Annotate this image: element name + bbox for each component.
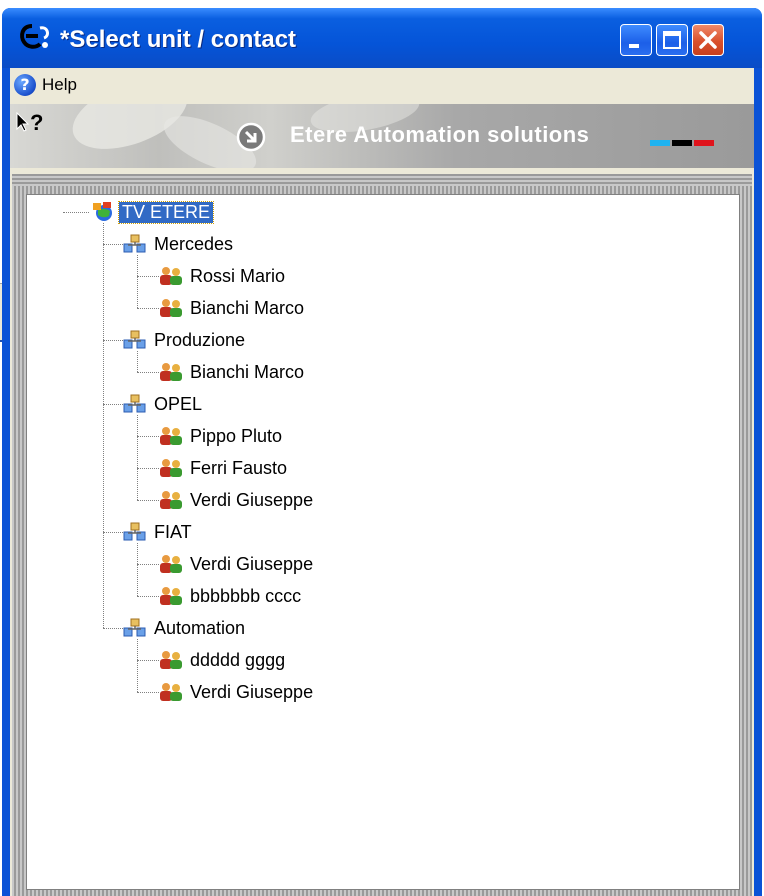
maximize-button[interactable] [656,24,688,56]
tree-node-contact[interactable]: Verdi Giuseppe [159,679,316,705]
tree-node-label: Bianchi Marco [190,297,305,318]
etere-app-icon [20,24,49,49]
unit-contact-tree[interactable]: TV ETERE Mercedes Rossi Mario Bianchi Marco… [26,194,740,890]
tree-connector-vertical [137,255,138,308]
tree-node-label: Bianchi Marco [190,361,305,382]
window-client-area: ? Help ? Etere Automation solutions TV E… [10,68,754,896]
arrow-cursor-icon [16,111,30,132]
tree-connector-horizontal [137,596,159,597]
title-bar[interactable]: *Select unit / contact [2,8,762,68]
tree-node-contact[interactable]: Verdi Giuseppe [159,551,316,577]
menu-bar: ? Help [10,68,754,102]
tree-connector-horizontal [63,212,89,213]
tree-connector-vertical [103,223,104,628]
contact-people-icon [159,585,183,607]
tree-node-contact[interactable]: Pippo Pluto [159,423,285,449]
tree-connector-horizontal [103,404,123,405]
tree-connector-horizontal [137,308,159,309]
tree-node-label: Automation [154,617,246,638]
tree-node-label: Produzione [154,329,246,350]
contact-people-icon [159,489,183,511]
tree-node-label: Mercedes [154,233,234,254]
tree-node-unit[interactable]: OPEL [123,391,205,417]
contact-people-icon [159,265,183,287]
tree-connector-horizontal [103,244,123,245]
tree-node-label: Rossi Mario [190,265,286,286]
contact-people-icon [159,681,183,703]
globe-network-icon [91,201,115,223]
help-icon: ? [14,74,36,96]
contact-people-icon [159,649,183,671]
menu-item-help[interactable]: ? Help [14,72,77,98]
flag-stripe-black [672,140,692,146]
tree-node-label: Verdi Giuseppe [190,553,314,574]
tree-connector-horizontal [137,564,159,565]
contact-people-icon [159,553,183,575]
tree-node-contact[interactable]: ddddd gggg [159,647,288,673]
panel-top-border [12,174,752,186]
tree-connector-horizontal [103,628,123,629]
tree-node-contact[interactable]: Verdi Giuseppe [159,487,316,513]
unit-network-icon [123,521,147,543]
banner-text: Etere Automation solutions [290,122,590,147]
tree-connector-horizontal [103,532,123,533]
close-button[interactable] [692,24,724,56]
contact-people-icon [159,425,183,447]
tree-node-contact[interactable]: bbbbbbb cccc [159,583,304,609]
tree-node-root[interactable]: TV ETERE [91,199,215,225]
contact-people-icon [159,297,183,319]
maximize-icon [663,31,681,49]
menu-item-help-label: Help [42,75,77,94]
tree-node-unit[interactable]: Automation [123,615,248,641]
tree-node-label: Pippo Pluto [190,425,283,446]
tree-connector-horizontal [137,692,159,693]
tree-node-unit[interactable]: FIAT [123,519,195,545]
tree-connector-vertical [137,415,138,500]
tree-connector-horizontal [137,500,159,501]
tree-node-contact[interactable]: Bianchi Marco [159,359,307,385]
tree-node-label: FIAT [154,521,192,542]
arrow-circle-icon [236,122,266,152]
contact-people-icon [159,361,183,383]
unit-network-icon [123,233,147,255]
tree-node-unit[interactable]: Produzione [123,327,248,353]
tree-node-contact[interactable]: Bianchi Marco [159,295,307,321]
contact-people-icon [159,457,183,479]
tree-connector-horizontal [103,340,123,341]
window-title: *Select unit / contact [60,26,297,53]
tree-node-label: ddddd gggg [190,649,286,670]
tree-node-unit[interactable]: Mercedes [123,231,236,257]
unit-network-icon [123,617,147,639]
tree-panel: TV ETERE Mercedes Rossi Mario Bianchi Marco… [12,174,752,896]
flag-stripe-cyan [650,140,670,146]
tree-node-label: bbbbbbb cccc [190,585,302,606]
tree-connector-vertical [137,543,138,596]
tree-connector-horizontal [137,660,159,661]
unit-network-icon [123,393,147,415]
close-icon [699,31,717,49]
unit-network-icon [123,329,147,351]
whats-this-glyph: ? [30,110,44,135]
tree-node-label: Verdi Giuseppe [190,681,314,702]
flag-stripe-red [694,140,714,146]
tree-node-label: TV ETERE [117,200,215,224]
tree-node-label: OPEL [154,393,203,414]
tree-node-contact[interactable]: Ferri Fausto [159,455,290,481]
tree-connector-horizontal [137,372,159,373]
tree-node-label: Verdi Giuseppe [190,489,314,510]
tree-connector-vertical [137,639,138,692]
minimize-icon [629,44,639,48]
tree-connector-vertical [137,351,138,372]
tree-connector-horizontal [137,468,159,469]
whats-this-button[interactable]: ? [16,110,43,136]
tree-connector-horizontal [137,436,159,437]
tree-node-label: Ferri Fausto [190,457,288,478]
select-unit-contact-window: *Select unit / contact ? Help ? Etere Au… [2,8,762,896]
tree-connector-horizontal [137,276,159,277]
tree-node-contact[interactable]: Rossi Mario [159,263,288,289]
header-banner: ? Etere Automation solutions [10,104,754,168]
minimize-button[interactable] [620,24,652,56]
